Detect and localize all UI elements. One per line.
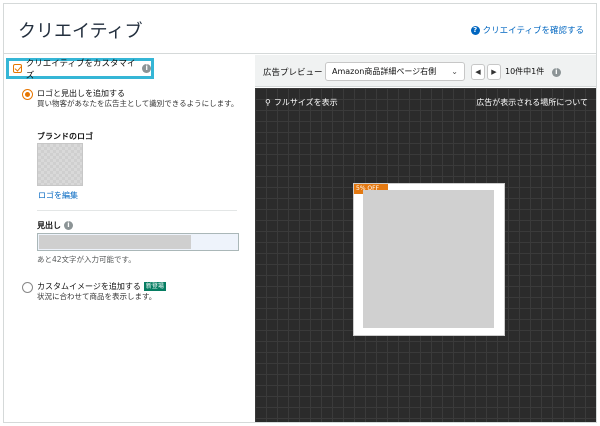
info-icon[interactable]: i — [142, 64, 151, 73]
option-logo-description: 買い物客があなたを広告主として識別できるようにします。 — [37, 99, 239, 108]
info-icon[interactable]: i — [64, 221, 73, 230]
confirm-creative-link[interactable]: ? クリエイティブを確認する — [470, 24, 584, 36]
chevron-down-icon: ⌄ — [451, 67, 458, 76]
headline-input-value — [39, 235, 191, 249]
option-custom-image[interactable]: カスタムイメージを追加する 新登場 状況に合わせて商品を表示します。 — [22, 281, 244, 302]
option-logo-label: ロゴと見出しを追加する — [37, 89, 125, 98]
radio-unselected-icon[interactable] — [22, 282, 33, 293]
fullsize-label: フルサイズを表示 — [273, 98, 338, 107]
fullsize-button[interactable]: ⚲ フルサイズを表示 — [265, 97, 338, 108]
checkbox-checked-icon[interactable] — [13, 64, 22, 73]
preview-stage: ⚲ フルサイズを表示 広告が表示される場所について 5% OFF — [255, 88, 596, 422]
preview-toolbar: 広告プレビュー Amazon商品詳細ページ右側 ⌄ ◀ ▶ 10件中1件 i — [255, 55, 596, 87]
headline-heading: 見出し i — [37, 220, 73, 231]
radio-selected-icon[interactable] — [22, 89, 33, 100]
headline-input[interactable] — [37, 233, 239, 251]
headline-heading-text: 見出し — [37, 221, 61, 230]
option-custom-image-label: カスタムイメージを追加する — [37, 282, 141, 291]
chevron-left-icon: ◀ — [475, 68, 481, 76]
ad-preview-card: 5% OFF — [353, 183, 505, 336]
brand-logo-heading: ブランドのロゴ — [37, 131, 93, 142]
page-title: クリエイティブ — [18, 21, 143, 42]
help-icon: ? — [470, 25, 480, 35]
option-logo-headline[interactable]: ロゴと見出しを追加する 買い物客があなたを広告主として識別できるようにします。 — [22, 88, 244, 109]
info-icon[interactable]: i — [551, 68, 561, 77]
ad-image-placeholder — [363, 190, 494, 328]
panel-header: クリエイティブ ? クリエイティブを確認する — [4, 4, 596, 54]
customize-creative-label: クリエイティブをカスタマイズ — [25, 58, 136, 81]
char-count: あと42文字が入力可能です。 — [37, 255, 136, 264]
chevron-right-icon: ▶ — [491, 68, 497, 76]
brand-logo-image — [37, 143, 83, 186]
option-custom-image-description: 状況に合わせて商品を表示します。 — [37, 292, 157, 301]
new-badge: 新登場 — [143, 282, 166, 291]
edit-logo-link[interactable]: ロゴを編集 — [38, 190, 78, 201]
brand-logo-heading-text: ブランドのロゴ — [37, 132, 93, 141]
ad-placement-info-link[interactable]: 広告が表示される場所について — [476, 97, 588, 108]
previous-button[interactable]: ◀ — [471, 64, 485, 80]
option-custom-image-row: カスタムイメージを追加する 新登場 — [37, 281, 166, 292]
creative-panel: クリエイティブ ? クリエイティブを確認する クリエイティブをカスタマイズ i … — [3, 3, 597, 423]
search-icon: ⚲ — [265, 98, 271, 107]
preview-count: 10件中1件 i — [505, 66, 561, 77]
placement-select[interactable]: Amazon商品詳細ページ右側 ⌄ — [325, 62, 465, 81]
ad-preview-panel: 広告プレビュー Amazon商品詳細ページ右側 ⌄ ◀ ▶ 10件中1件 i ⚲… — [255, 55, 596, 422]
confirm-creative-label: クリエイティブを確認する — [482, 26, 584, 36]
preview-label: 広告プレビュー — [263, 68, 323, 78]
preview-count-text: 10件中1件 — [505, 67, 545, 76]
next-button[interactable]: ▶ — [487, 64, 501, 80]
placement-select-value: Amazon商品詳細ページ右側 — [332, 67, 437, 76]
creative-settings: クリエイティブをカスタマイズ i ロゴと見出しを追加する 買い物客があなたを広告… — [4, 55, 254, 422]
divider — [37, 210, 237, 211]
customize-creative-checkbox[interactable]: クリエイティブをカスタマイズ i — [6, 58, 154, 81]
